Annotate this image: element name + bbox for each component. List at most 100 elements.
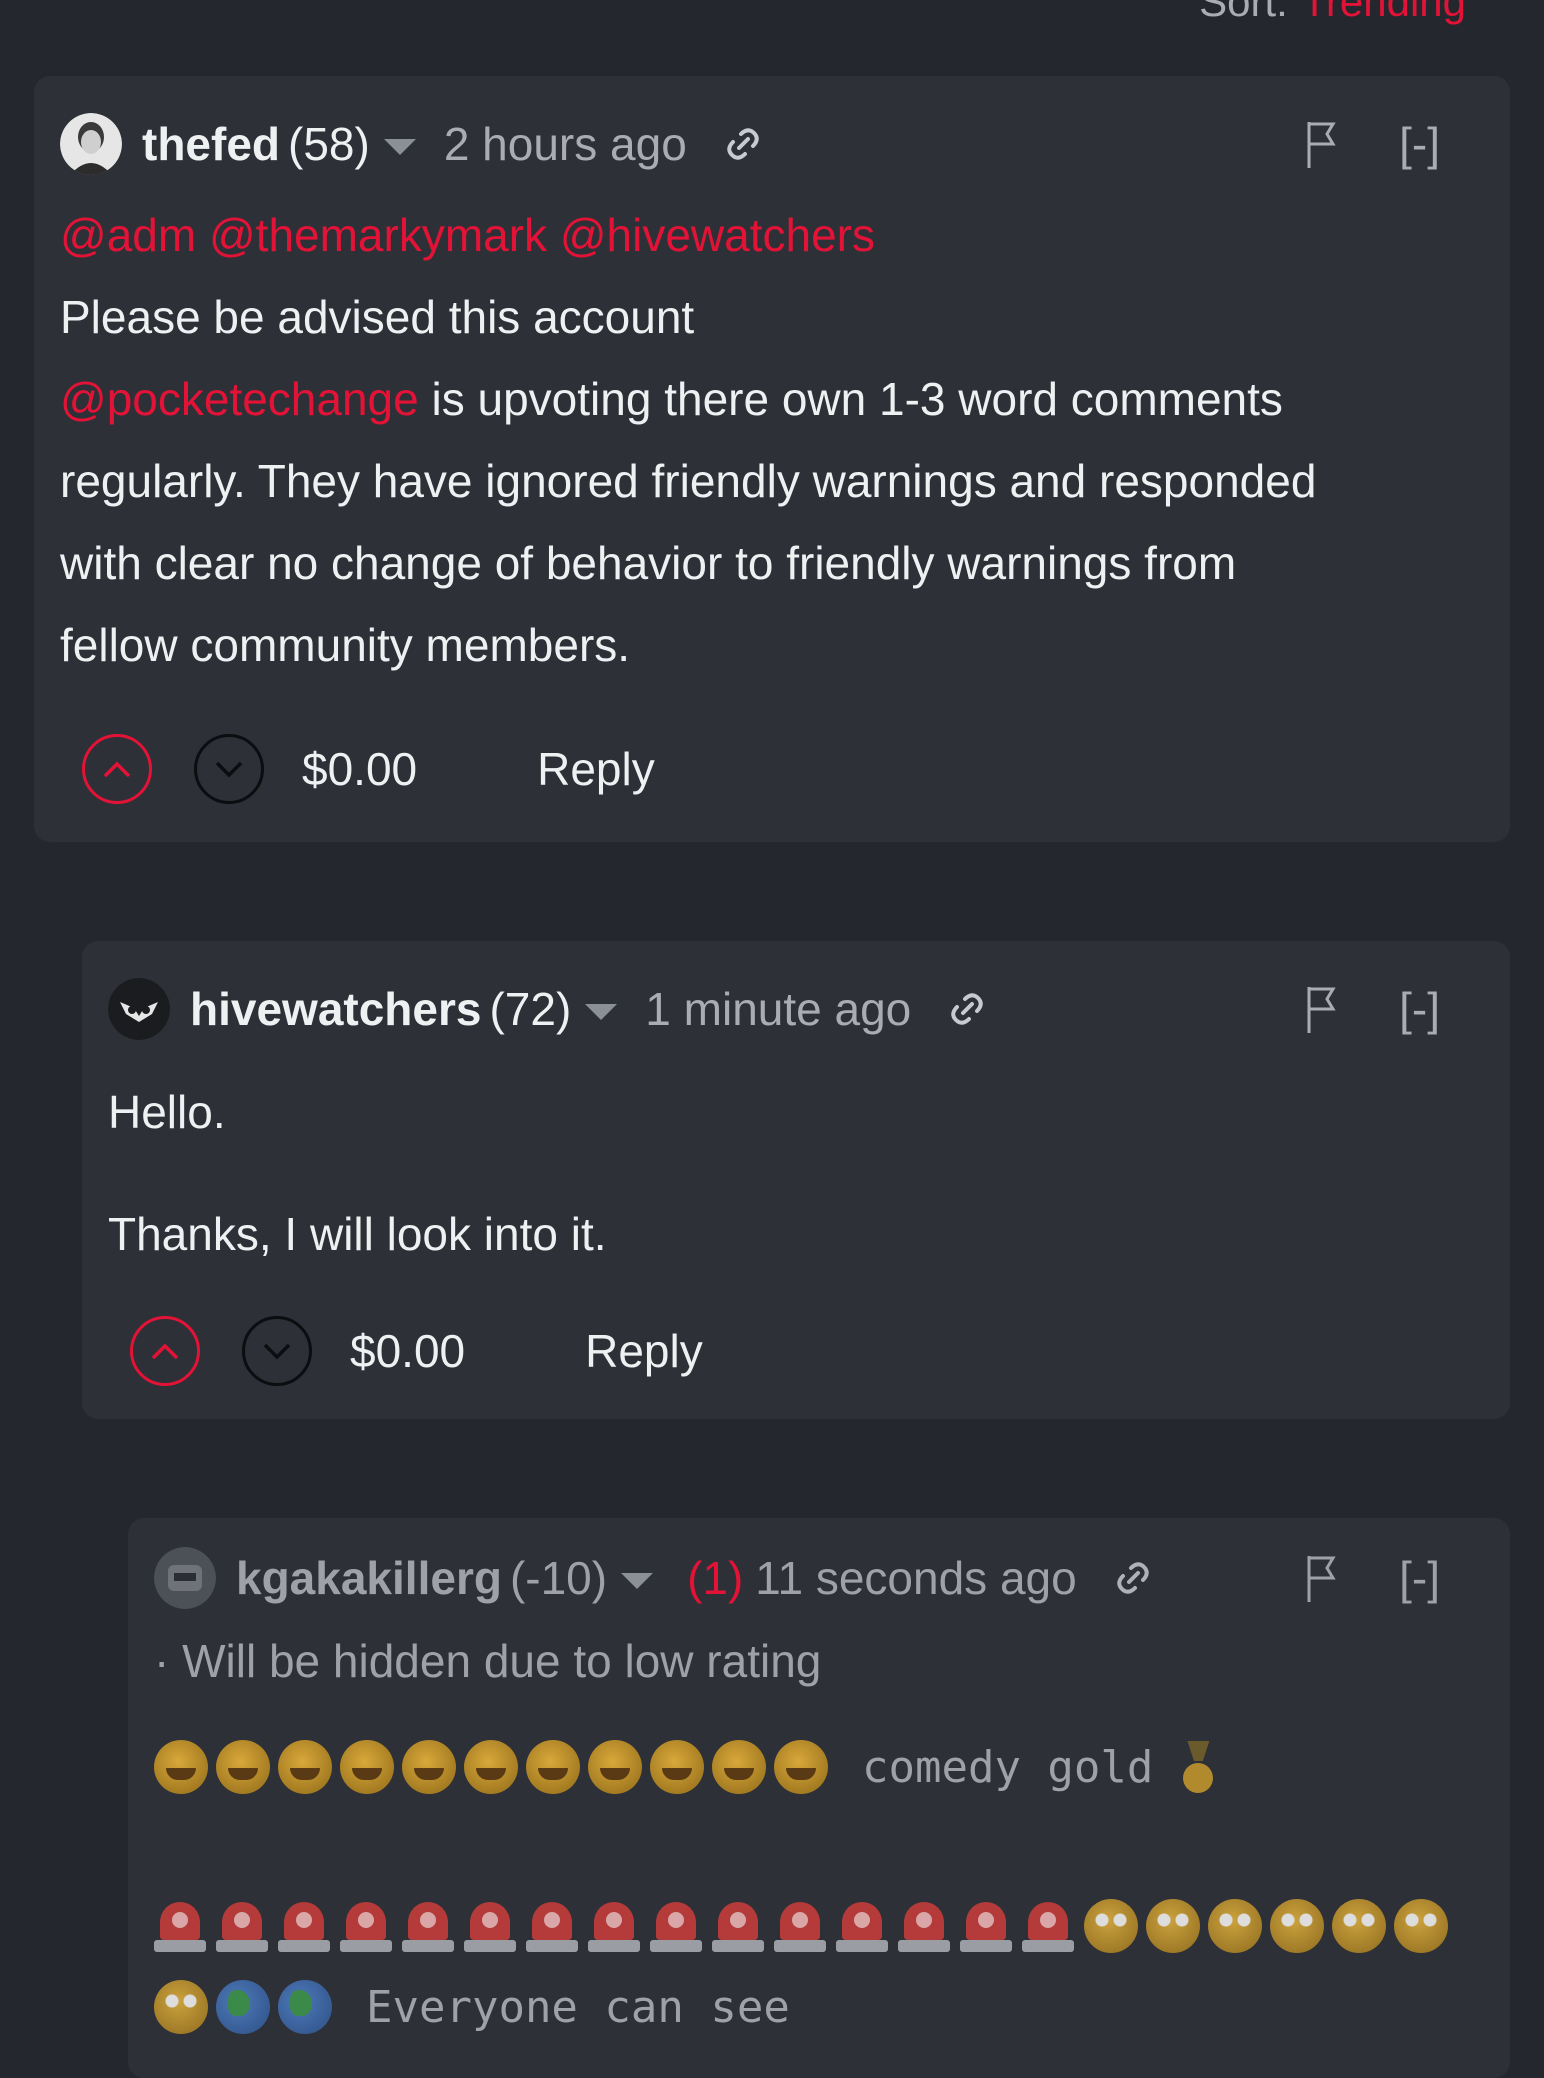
comment-card-hidden: kgakakillerg (-10) (1) 11 seconds ago [-… [128,1518,1510,2078]
face-with-tears-of-joy-emoji-icon [154,1740,208,1794]
face-with-tears-of-joy-emoji-icon [464,1740,518,1794]
comment-actions: $0.00 Reply [82,734,655,804]
flag-icon[interactable] [1303,1552,1347,1604]
chevron-down-icon [263,1343,291,1360]
comment-actions: $0.00 Reply [130,1316,703,1386]
rolling-eyes-icon [1270,1899,1324,1953]
timestamp[interactable]: 2 hours ago [444,117,687,171]
comment-card: hivewatchers (72) 1 minute ago [-] Hello… [82,941,1510,1419]
police-light-icon [464,1898,516,1954]
comment-body: Hello. Thanks, I will look into it. [108,1071,1470,1275]
body-text: is upvoting there own 1-3 word comments [418,373,1283,425]
police-light-icon [216,1898,268,1954]
reply-button[interactable]: Reply [537,742,655,796]
police-light-icon [774,1898,826,1954]
comment-card: thefed (58) 2 hours ago [-] @adm @themar… [34,76,1510,842]
body-line: @pocketechange is upvoting there own 1-3… [60,358,1470,440]
police-light-icon [650,1898,702,1954]
rolling-eyes-icon [1208,1899,1262,1953]
downvote-button[interactable] [242,1316,312,1386]
author-name[interactable]: kgakakillerg [236,1551,502,1605]
flag-count: (1) [687,1552,744,1604]
police-light-icon [402,1898,454,1954]
face-with-tears-of-joy-emoji-icon [712,1740,766,1794]
face-with-tears-of-joy-emoji-icon [402,1740,456,1794]
chevron-down-icon[interactable] [621,1573,654,1589]
face-with-tears-of-joy-emoji-icon [588,1740,642,1794]
comment-header: thefed (58) 2 hours ago [-] [60,104,1484,184]
sort-label: Sort: [1199,0,1288,25]
police-light-icon [588,1898,640,1954]
chevron-up-icon [103,761,131,778]
body-line: with clear no change of behavior to frie… [60,537,1237,589]
link-icon[interactable] [721,122,765,166]
author-name[interactable]: hivewatchers [190,982,481,1036]
hidden-warning: · Will be hidden due to low rating [154,1635,822,1687]
emoji-line: Everyone can see [154,1980,790,2034]
body-paragraph: Thanks, I will look into it. [108,1208,607,1260]
reputation: (-10) [509,1552,608,1604]
rolling-eyes-icon [1394,1899,1448,1953]
link-icon[interactable] [1111,1556,1155,1600]
comment-header: hivewatchers (72) 1 minute ago [-] [108,969,1484,1049]
police-light-icon [340,1898,392,1954]
collapse-button[interactable]: [-] [1399,982,1440,1036]
collapse-button[interactable]: [-] [1399,1551,1440,1605]
chevron-down-icon[interactable] [585,1004,618,1020]
body-paragraph: Hello. [108,1086,226,1138]
body-line: regularly. They have ignored friendly wa… [60,455,1317,507]
rolling-eyes-icon [1332,1899,1386,1953]
chevron-up-icon [151,1343,179,1360]
police-light-icon [154,1898,206,1954]
police-light-icon [898,1898,950,1954]
face-with-tears-of-joy-emoji-icon [278,1740,332,1794]
police-light-icon [712,1898,764,1954]
sort-control[interactable]: Sort: Trending [1199,0,1466,26]
comment-body: @adm @themarkymark @hivewatchers Please … [60,194,1470,686]
face-with-tears-of-joy-emoji-icon [216,1740,270,1794]
globe-icon [278,1980,332,2034]
upvote-button[interactable] [130,1316,200,1386]
police-light-icon [278,1898,330,1954]
payout-amount[interactable]: $0.00 [302,742,417,796]
timestamp[interactable]: 11 seconds ago [755,1551,1076,1605]
body-line: fellow community members. [60,619,631,671]
face-with-tears-of-joy-emoji-icon [340,1740,394,1794]
comment-text: Everyone can see [366,1981,790,2033]
police-light-icon [1022,1898,1074,1954]
flag-icon[interactable] [1303,983,1347,1035]
avatar[interactable] [60,113,122,175]
chevron-down-icon[interactable] [383,139,416,155]
mention-list[interactable]: @adm @themarkymark @hivewatchers [60,194,1470,276]
globe-icon [216,1980,270,2034]
police-light-icon [960,1898,1012,1954]
medal-icon [1181,1741,1215,1793]
police-light-icon [526,1898,578,1954]
emoji-line: comedy gold [154,1740,1215,1794]
rolling-eyes-icon [1084,1899,1138,1953]
face-with-tears-of-joy-emoji-icon [650,1740,704,1794]
timestamp[interactable]: 1 minute ago [645,982,911,1036]
body-line: Please be advised this account [60,291,695,343]
rolling-eyes-icon [154,1980,208,2034]
police-light-icon [836,1898,888,1954]
comment-text: comedy gold [862,1741,1154,1793]
emoji-line [154,1898,1456,1954]
avatar[interactable] [108,978,170,1040]
collapse-button[interactable]: [-] [1399,117,1440,171]
rolling-eyes-icon [1146,1899,1200,1953]
downvote-button[interactable] [194,734,264,804]
mention-link[interactable]: @pocketechange [60,373,419,425]
reputation: (72) [489,983,572,1035]
upvote-button[interactable] [82,734,152,804]
flag-icon[interactable] [1303,118,1347,170]
avatar[interactable] [154,1547,216,1609]
link-icon[interactable] [945,987,989,1031]
chevron-down-icon [215,761,243,778]
payout-amount[interactable]: $0.00 [350,1324,465,1378]
reply-button[interactable]: Reply [585,1324,703,1378]
reputation: (58) [288,118,370,170]
face-with-tears-of-joy-emoji-icon [774,1740,828,1794]
author-name[interactable]: thefed [142,117,280,171]
sort-value[interactable]: Trending [1302,0,1466,25]
